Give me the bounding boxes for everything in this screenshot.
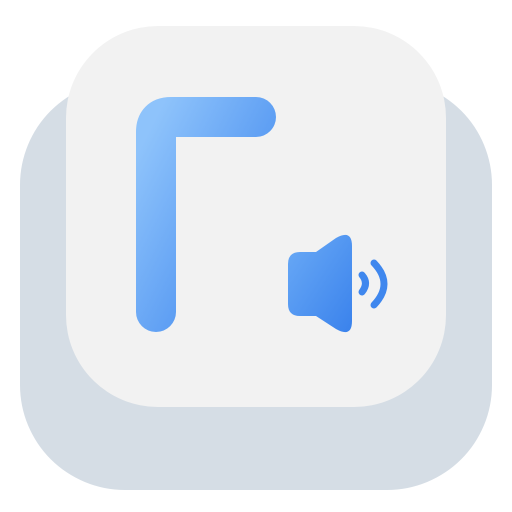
app-icon (0, 0, 512, 512)
keyboard-key-speaker-icon (20, 26, 492, 490)
